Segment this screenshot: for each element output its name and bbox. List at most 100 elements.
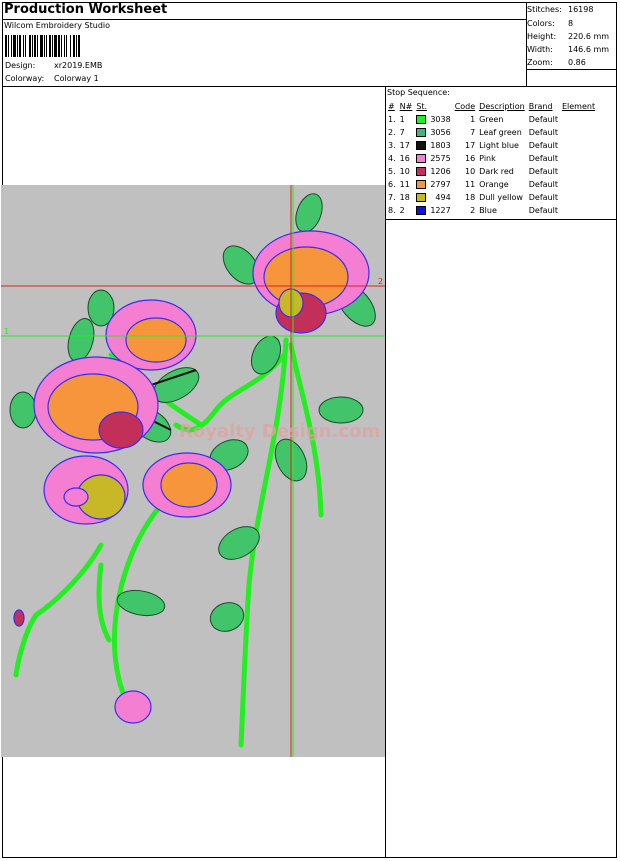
marker-2: 2 <box>378 277 383 286</box>
row-description: Green <box>479 115 504 124</box>
colorway-value: Colorway 1 <box>54 74 99 83</box>
bud-bottom <box>114 690 152 724</box>
page-title: Production Worksheet <box>4 2 168 17</box>
barcode-bar <box>40 35 43 57</box>
divider-stats <box>526 2 527 86</box>
row-brand: Default <box>528 128 558 137</box>
row-index: 1. <box>388 115 396 124</box>
row-code: 17 <box>464 141 476 150</box>
row-element <box>560 204 597 217</box>
row-swatch <box>414 178 428 191</box>
row-element <box>560 165 597 178</box>
row-index: 7. <box>388 193 396 202</box>
stem-left <box>13 542 104 678</box>
row-needle: 2 <box>399 206 405 215</box>
row-stitches: 1803 <box>430 141 451 150</box>
col-header-stitches: St. <box>416 102 428 111</box>
row-brand: Default <box>528 154 558 163</box>
row-stitches: 3056 <box>430 128 451 137</box>
row-swatch <box>414 152 428 165</box>
zoom-value: 0.86 <box>568 58 586 67</box>
design-value: xr2019.EMB <box>54 61 103 70</box>
row-stitches: 1227 <box>430 206 451 215</box>
col-header-brand: Brand <box>528 102 553 111</box>
row-needle: 11 <box>399 180 410 189</box>
color-swatch <box>416 206 427 215</box>
row-swatch <box>414 113 428 126</box>
row-needle: 16 <box>399 154 410 163</box>
row-index: 8. <box>388 206 396 215</box>
barcode-bar <box>73 35 75 57</box>
row-needle: 1 <box>399 115 405 124</box>
zoom-label: Zoom: <box>527 58 553 67</box>
flower-large-shadow <box>98 411 144 449</box>
row-code: 7 <box>470 128 476 137</box>
row-index: 3. <box>388 141 396 150</box>
row-description: Orange <box>479 180 509 189</box>
barcode-bar <box>54 35 57 57</box>
row-description: Pink <box>479 154 496 163</box>
row-code: 10 <box>464 167 476 176</box>
barcode-bar <box>78 35 80 57</box>
stitches-value: 16198 <box>568 5 594 14</box>
row-element <box>560 113 597 126</box>
leaf <box>318 396 364 424</box>
row-code: 18 <box>464 193 476 202</box>
flower-low-left-heart <box>63 487 89 507</box>
barcode-bar <box>44 35 45 57</box>
embroidery-artwork: 2 1 Royalty Design.com <box>1 185 385 757</box>
barcode-bar <box>32 35 33 57</box>
table-row: 1. 1 3038 1 Green Default <box>386 113 597 126</box>
table-header-row: # N# St. Code Description Brand Element <box>386 100 597 113</box>
barcode-bar <box>37 35 38 57</box>
row-code: 2 <box>470 206 476 215</box>
row-description: Leaf green <box>479 128 522 137</box>
barcode-bar <box>52 35 53 57</box>
stitches-label: Stitches: <box>527 5 562 14</box>
row-needle: 18 <box>399 193 410 202</box>
row-description: Dull yellow <box>479 193 523 202</box>
row-swatch <box>414 139 428 152</box>
row-swatch <box>414 204 428 217</box>
design-preview: 2 1 Royalty Design.com <box>1 185 385 757</box>
row-stitches: 1206 <box>430 167 451 176</box>
row-swatch <box>414 126 428 139</box>
row-brand: Default <box>528 180 558 189</box>
barcode-bar <box>19 35 21 57</box>
row-index: 2. <box>388 128 396 137</box>
leaf <box>9 391 37 429</box>
color-swatch <box>416 128 427 137</box>
barcode-bar <box>66 35 67 57</box>
row-stitches: 2797 <box>430 180 451 189</box>
stop-sequence-title: Stop Sequence: <box>387 88 450 97</box>
col-header-element: Element <box>561 102 596 111</box>
divider-header-top <box>2 19 526 20</box>
colors-label: Colors: <box>527 19 555 28</box>
row-swatch <box>414 191 428 204</box>
leaf <box>250 335 282 375</box>
row-swatch <box>414 165 428 178</box>
table-row: 5. 10 1206 10 Dark red Default <box>386 165 597 178</box>
row-needle: 17 <box>399 141 410 150</box>
color-swatch <box>416 115 427 124</box>
row-brand: Default <box>528 193 558 202</box>
watermark-text: Royalty Design.com <box>179 421 380 442</box>
color-swatch <box>416 180 427 189</box>
col-header-index: # <box>388 102 395 111</box>
barcode-bar <box>13 35 16 57</box>
barcode-bar <box>34 35 36 57</box>
row-index: 4. <box>388 154 396 163</box>
barcode-bar <box>11 35 12 57</box>
height-value: 220.6 mm <box>568 32 610 41</box>
barcode-bar <box>46 35 47 57</box>
width-label: Width: <box>527 45 553 54</box>
leaf <box>209 602 245 632</box>
barcode-bar <box>17 35 18 57</box>
width-value: 146.6 mm <box>568 45 610 54</box>
barcode-bar <box>8 35 9 57</box>
row-brand: Default <box>528 206 558 215</box>
row-brand: Default <box>528 167 558 176</box>
row-description: Dark red <box>479 167 514 176</box>
barcode <box>5 35 80 57</box>
barcode-bar <box>29 35 31 57</box>
